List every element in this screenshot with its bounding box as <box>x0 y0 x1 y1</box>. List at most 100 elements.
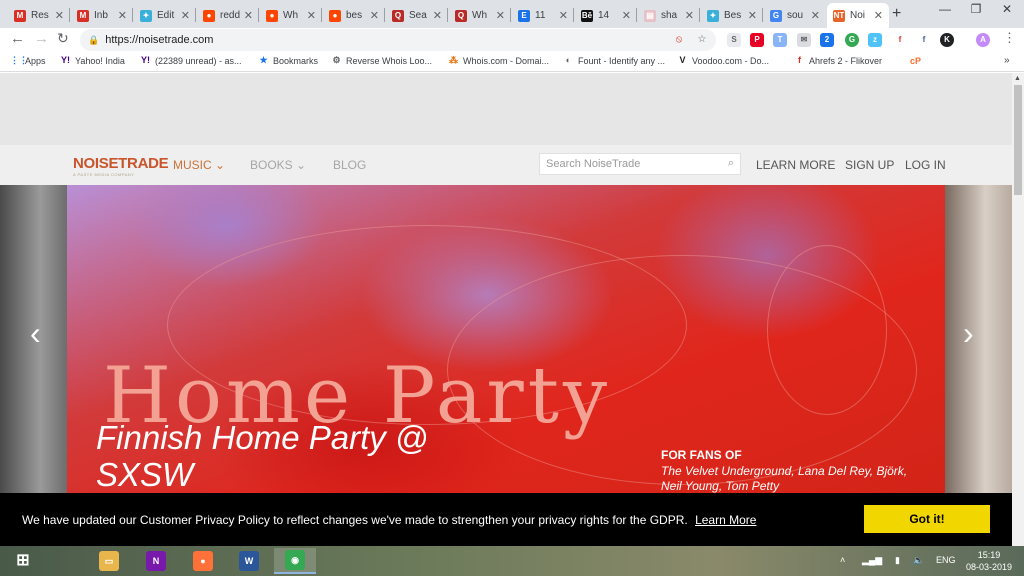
menu-dots-icon[interactable]: ⋮ <box>1003 30 1016 46</box>
bookmark-item[interactable]: ⚙ Reverse Whois Loo... <box>331 55 432 66</box>
got-it-button[interactable]: Got it! <box>864 505 990 533</box>
profile-avatar[interactable]: A <box>976 33 990 47</box>
browser-tab[interactable]: E 11 ✕ <box>512 3 574 28</box>
battery-icon[interactable]: ▮ <box>895 555 900 566</box>
learn-more-link[interactable]: LEARN MORE <box>756 158 835 172</box>
browser-tab[interactable]: Q Sea ✕ <box>386 3 448 28</box>
tab-close-icon[interactable]: ✕ <box>685 9 694 22</box>
tab-separator <box>132 8 133 22</box>
nav-blog[interactable]: BLOG <box>333 158 366 172</box>
tab-close-icon[interactable]: ✕ <box>559 9 568 22</box>
tab-close-icon[interactable]: ✕ <box>811 9 820 22</box>
minimize-button[interactable]: — <box>930 2 960 16</box>
site-search-input[interactable]: Search NoiseTrade ⌕ <box>539 153 741 175</box>
scroll-up-icon[interactable]: ▲ <box>1014 75 1021 82</box>
tab-close-icon[interactable]: ✕ <box>433 9 442 22</box>
bookmark-item[interactable]: ⁂ Whois.com - Domai... <box>448 55 549 66</box>
address-bar[interactable]: 🔒 https://noisetrade.com <box>80 29 716 51</box>
browser-tab[interactable]: Bē 14 ✕ <box>575 3 637 28</box>
extension-k-icon[interactable]: K <box>940 33 954 47</box>
bookmark-label: (22389 unread) - as... <box>155 55 242 66</box>
browser-tab[interactable]: M Inb ✕ <box>71 3 133 28</box>
taskbar-onenote[interactable]: N <box>135 548 177 574</box>
taskbar-file-explorer[interactable]: ▭ <box>88 548 130 574</box>
carousel-prev-icon[interactable]: ‹ <box>30 315 41 352</box>
flikover-icon: f <box>798 55 801 65</box>
reload-icon[interactable]: ↻ <box>57 30 69 47</box>
extension-z-icon[interactable]: z <box>868 33 882 47</box>
log-in-link[interactable]: LOG IN <box>905 158 946 172</box>
system-clock[interactable]: 15:19 08-03-2019 <box>966 549 1012 573</box>
nav-music[interactable]: MUSIC ⌄ <box>173 158 225 172</box>
page-scrollbar[interactable]: ▲ <box>1012 73 1024 546</box>
bookmark-item[interactable]: cP <box>895 55 921 66</box>
forward-icon[interactable]: → <box>34 30 49 47</box>
browser-tab[interactable]: M Res ✕ <box>8 3 70 28</box>
tab-close-icon[interactable]: ✕ <box>244 9 253 22</box>
close-window-button[interactable]: ✕ <box>992 2 1022 16</box>
blocked-icon[interactable]: ⦸ <box>673 34 685 46</box>
sign-up-link[interactable]: SIGN UP <box>845 158 894 172</box>
browser-tab[interactable]: ● Wh ✕ <box>260 3 322 28</box>
nav-books[interactable]: BOOKS ⌄ <box>250 158 306 172</box>
browser-tab[interactable]: ● redd ✕ <box>197 3 259 28</box>
browser-tab[interactable]: ✦ Edit ✕ <box>134 3 196 28</box>
extension-skype-icon[interactable]: S <box>727 33 741 47</box>
site-logo[interactable]: NOISETRADE <box>73 155 169 172</box>
browser-tab[interactable]: NT Noi ✕ <box>827 3 889 28</box>
maximize-button[interactable]: ❐ <box>961 2 991 16</box>
browser-tab[interactable]: Q Wh ✕ <box>449 3 511 28</box>
tab-close-icon[interactable]: ✕ <box>307 9 316 22</box>
more-bookmarks-icon[interactable]: » <box>1004 55 1010 66</box>
cpanel-icon <box>895 55 906 66</box>
search-icon[interactable]: ⌕ <box>728 157 734 170</box>
browser-tab[interactable]: ● bes ✕ <box>323 3 385 28</box>
bookmark-item[interactable]: ⋮⋮ Apps <box>10 55 46 66</box>
quora-icon: Q <box>392 9 404 22</box>
extension-flikover-icon[interactable]: f <box>893 33 907 47</box>
tab-close-icon[interactable]: ✕ <box>748 9 757 22</box>
browser-tab[interactable]: ▤ sha ✕ <box>638 3 700 28</box>
browser-tab[interactable]: Gsou ✕ <box>764 3 826 28</box>
back-icon[interactable]: ← <box>10 30 25 47</box>
taskbar-chrome[interactable]: ◉ <box>274 548 316 574</box>
language-indicator[interactable]: ENG <box>936 555 956 565</box>
site-header: NOISETRADE A PASTE MEDIA COMPANY MUSIC ⌄… <box>0 145 1012 185</box>
extension-tff-icon[interactable]: T <box>773 33 787 47</box>
bookmark-item[interactable]: Y! (22389 unread) - as... <box>140 55 242 66</box>
bookmark-item[interactable]: V Voodoo.com - Do... <box>677 55 769 66</box>
tab-close-icon[interactable]: ✕ <box>496 9 505 22</box>
bookmark-star-icon[interactable]: ☆ <box>696 34 708 46</box>
tab-close-icon[interactable]: ✕ <box>181 9 190 22</box>
volume-icon[interactable]: 🔈 <box>913 555 924 566</box>
tab-close-icon[interactable]: ✕ <box>55 9 64 22</box>
tab-separator <box>195 8 196 22</box>
carousel-next-icon[interactable]: › <box>963 315 974 352</box>
extension-mail-icon[interactable]: ✉ <box>797 33 811 47</box>
browser-tab[interactable]: ✦ Bes ✕ <box>701 3 763 28</box>
cookie-message: We have updated our Customer Privacy Pol… <box>22 513 688 527</box>
prev-slide-image <box>0 185 67 546</box>
taskbar-firefox[interactable]: ● <box>182 548 224 574</box>
tab-close-icon[interactable]: ✕ <box>370 9 379 22</box>
bookmark-item[interactable]: f Ahrefs 2 - Flikover <box>794 55 882 66</box>
new-tab-button[interactable]: + <box>892 5 901 23</box>
tab-separator <box>447 8 448 22</box>
extension-pinterest-icon[interactable]: P <box>750 33 764 47</box>
taskbar-start[interactable]: ⊞ <box>2 548 44 574</box>
taskbar-word[interactable]: W <box>228 548 270 574</box>
tab-close-icon[interactable]: ✕ <box>874 9 883 22</box>
tab-close-icon[interactable]: ✕ <box>622 9 631 22</box>
bookmark-item[interactable]: Y! Yahoo! India <box>60 55 125 66</box>
tray-chevron-icon[interactable]: ˄ <box>840 555 845 565</box>
bookmark-item[interactable]: ◐ Fount - Identify any ... <box>563 55 665 66</box>
learn-more-link[interactable]: Learn More <box>695 513 756 527</box>
tab-close-icon[interactable]: ✕ <box>118 9 127 22</box>
extension-counter-icon[interactable]: 2 <box>820 33 834 47</box>
extension-grammarly-icon[interactable]: G <box>845 33 859 47</box>
extension-facebook-icon[interactable]: f <box>917 33 931 47</box>
feature-title[interactable]: Finnish Home Party @ SXSW <box>96 419 476 493</box>
scrollbar-thumb[interactable] <box>1014 85 1022 195</box>
network-icon[interactable]: ▂▄▆ <box>862 555 882 566</box>
bookmark-item[interactable]: ★ Bookmarks <box>258 55 318 66</box>
